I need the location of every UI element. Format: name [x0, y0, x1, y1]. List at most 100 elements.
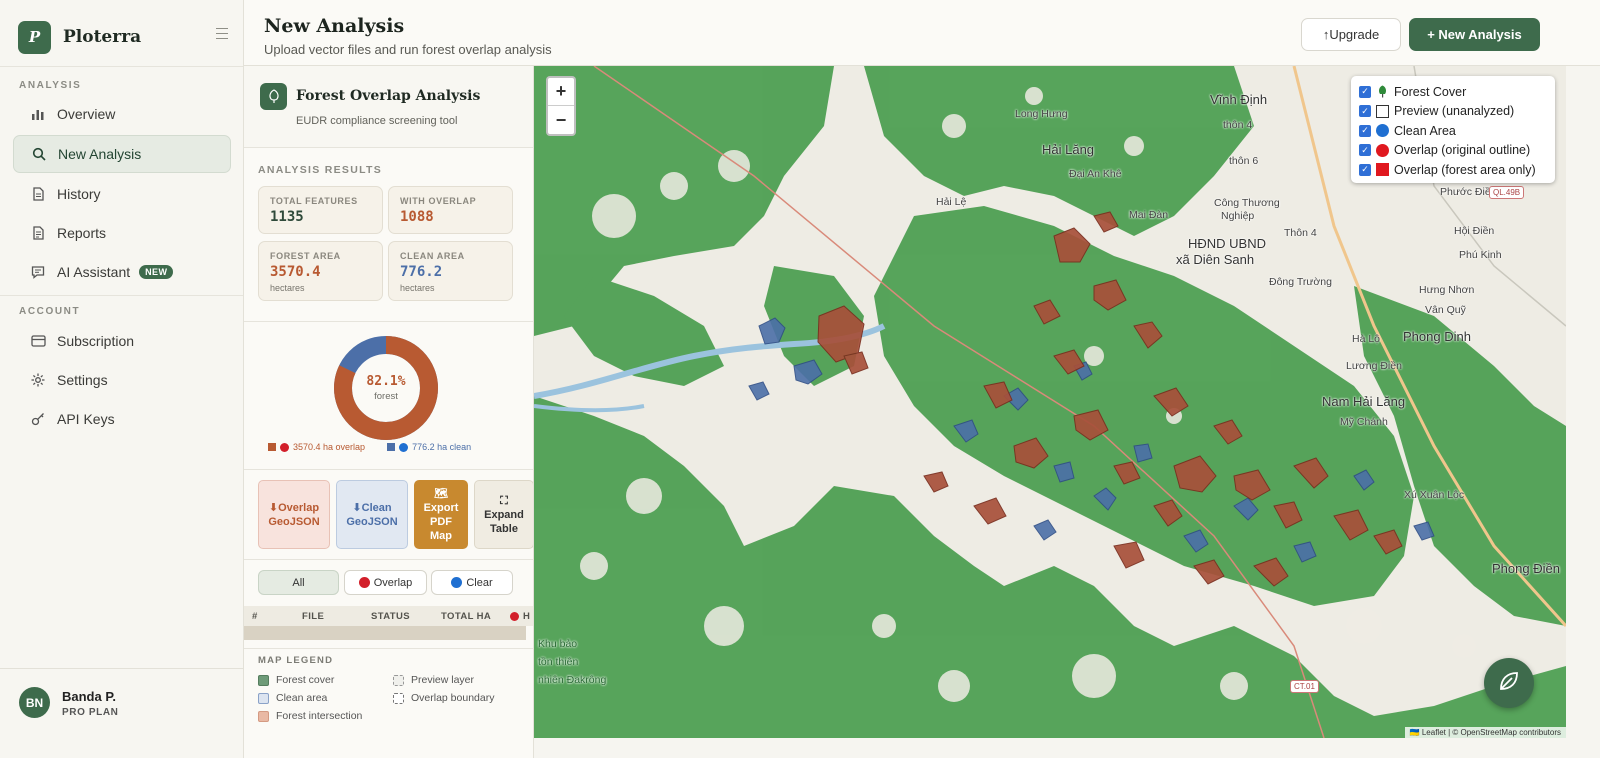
- new-analysis-button[interactable]: + New Analysis: [1409, 18, 1540, 51]
- map-label: Hải Lệ: [936, 196, 967, 208]
- map-label: Công Thương: [1214, 197, 1280, 209]
- avatar: BN: [19, 687, 50, 718]
- red-square-icon: [1376, 163, 1389, 177]
- zoom-in-button[interactable]: +: [548, 78, 574, 106]
- map-attribution[interactable]: 🇺🇦 Leaflet | © OpenStreetMap contributor…: [1404, 727, 1566, 738]
- sidebar-item-label: Reports: [57, 225, 107, 241]
- ai-assistant-fab[interactable]: [1484, 658, 1534, 708]
- legend-label: Overlap boundary: [411, 692, 495, 704]
- filter-clear-button[interactable]: Clear: [431, 570, 513, 595]
- sidebar-item-new-analysis[interactable]: New Analysis: [13, 135, 231, 173]
- brand[interactable]: P Ploterra: [18, 19, 236, 55]
- map-label: Khu bảo: [538, 638, 578, 650]
- layer-control: ✓ Forest Cover ✓ Preview (unanalyzed) ✓ …: [1351, 76, 1555, 183]
- panel-header: Forest Overlap Analysis EUDR compliance …: [244, 66, 533, 148]
- results-label: ANALYSIS RESULTS: [258, 164, 383, 176]
- map-label: Phú Kinh: [1459, 249, 1502, 261]
- checkbox-checked[interactable]: ✓: [1359, 163, 1371, 176]
- sidebar-item-settings[interactable]: Settings: [13, 361, 231, 399]
- checkbox-checked[interactable]: ✓: [1359, 144, 1371, 157]
- sidebar-item-label: API Keys: [57, 411, 115, 427]
- table-header: # FILE STATUS TOTAL HA H: [244, 606, 533, 626]
- map-label: Vân Quỹ: [1425, 304, 1466, 316]
- legend-preview-layer: Preview layer: [393, 674, 474, 686]
- tree-icon: [1376, 85, 1389, 98]
- btn-line: ⬇Overlap: [268, 501, 320, 514]
- swatch: [258, 710, 269, 722]
- stat-with-overlap: WITH OVERLAP 1088: [388, 186, 513, 234]
- divider: [244, 321, 533, 322]
- checkbox-checked[interactable]: ✓: [1359, 105, 1371, 118]
- menu-icon[interactable]: [216, 28, 228, 39]
- legend-overlap: 3570.4 ha overlap: [268, 442, 365, 452]
- filter-overlap-button[interactable]: Overlap: [344, 570, 427, 595]
- sidebar-item-label: Subscription: [57, 333, 135, 349]
- sidebar-item-overview[interactable]: Overview: [13, 95, 231, 133]
- map-label: Phong Điền: [1492, 561, 1560, 576]
- sidebar-item-reports[interactable]: Reports: [13, 214, 231, 252]
- sidebar-item-subscription[interactable]: Subscription: [13, 322, 231, 360]
- forest-donut-chart: 82.1% forest: [332, 334, 440, 442]
- stat-forest-area: FOREST AREA 3570.4 hectares: [258, 241, 383, 301]
- donut-legend: 3570.4 ha overlap 776.2 ha clean: [268, 442, 493, 452]
- col-file: FILE: [302, 610, 325, 622]
- user-plan: PRO PLAN: [62, 707, 119, 718]
- red-dot-icon: [510, 611, 519, 621]
- btn-line: GeoJSON: [268, 515, 320, 528]
- map-label: Nam Hải Lăng: [1322, 394, 1406, 409]
- brand-logo: P: [18, 20, 51, 54]
- sidebar-item-api-keys[interactable]: API Keys: [13, 400, 231, 438]
- layer-clean-area[interactable]: ✓ Clean Area: [1359, 121, 1555, 141]
- divider: [244, 648, 533, 649]
- stat-value: 1088: [400, 209, 434, 225]
- checkbox-checked[interactable]: ✓: [1359, 85, 1371, 98]
- legend-label: Forest cover: [276, 674, 335, 686]
- download-clean-geojson-button[interactable]: ⬇Clean GeoJSON: [336, 480, 408, 549]
- brand-name: Ploterra: [63, 27, 142, 47]
- map-view[interactable]: Vĩnh Định Long Hưng Hải Lăng Đại An Khê …: [534, 66, 1566, 738]
- download-overlap-geojson-button[interactable]: ⬇Overlap GeoJSON: [258, 480, 330, 549]
- panel-title: Forest Overlap Analysis: [296, 88, 481, 104]
- search-icon: [31, 146, 47, 162]
- col-number: #: [252, 610, 258, 622]
- donut-sublabel: forest: [374, 391, 398, 402]
- export-pdf-map-button[interactable]: 🗺 Export PDF Map: [414, 480, 468, 549]
- map-label: Phong Dinh: [1403, 329, 1471, 344]
- checkbox-checked[interactable]: ✓: [1359, 124, 1371, 137]
- red-dot-icon: [1376, 143, 1389, 157]
- sidebar-item-ai-assistant[interactable]: AI Assistant NEW: [13, 253, 231, 291]
- upgrade-button[interactable]: ↑Upgrade: [1301, 18, 1401, 51]
- divider: [0, 295, 243, 296]
- sidebar-item-history[interactable]: History: [13, 175, 231, 213]
- layer-overlap-forest[interactable]: ✓ Overlap (forest area only): [1359, 160, 1555, 180]
- layer-label: Forest Cover: [1394, 84, 1467, 99]
- filter-label: Overlap: [373, 576, 413, 589]
- expand-table-button[interactable]: ⛶ Expand Table: [474, 480, 533, 549]
- layer-label: Clean Area: [1394, 123, 1456, 138]
- legend-label: Clean area: [276, 692, 328, 704]
- swatch: [393, 692, 404, 704]
- map-icon: 🗺: [434, 487, 448, 500]
- leaf-icon: [1497, 669, 1521, 698]
- layer-preview[interactable]: ✓ Preview (unanalyzed): [1359, 102, 1555, 122]
- filter-all-button[interactable]: All: [258, 570, 339, 595]
- zoom-out-button[interactable]: −: [548, 106, 574, 134]
- divider: [0, 66, 243, 67]
- blue-dot-icon: [399, 442, 409, 452]
- map-label: tồn thiên: [538, 656, 579, 668]
- map-label: thôn 6: [1229, 155, 1259, 167]
- swatch: [268, 443, 276, 451]
- user-profile[interactable]: BN Banda P. PRO PLAN: [0, 668, 244, 758]
- app-root: P Ploterra ANALYSIS Overview New Analysi…: [0, 0, 1600, 758]
- map-legend-title: MAP LEGEND: [258, 655, 334, 666]
- col-total-ha: TOTAL HA: [441, 610, 492, 622]
- key-icon: [30, 411, 46, 427]
- table-row[interactable]: [244, 626, 526, 640]
- stat-value: 1135: [270, 209, 304, 225]
- map-label: Hải Lăng: [1042, 142, 1095, 157]
- report-icon: [30, 225, 46, 241]
- gear-icon: [30, 372, 46, 388]
- layer-forest-cover[interactable]: ✓ Forest Cover: [1359, 82, 1555, 102]
- new-badge: NEW: [139, 265, 174, 279]
- layer-overlap-outline[interactable]: ✓ Overlap (original outline): [1359, 141, 1555, 161]
